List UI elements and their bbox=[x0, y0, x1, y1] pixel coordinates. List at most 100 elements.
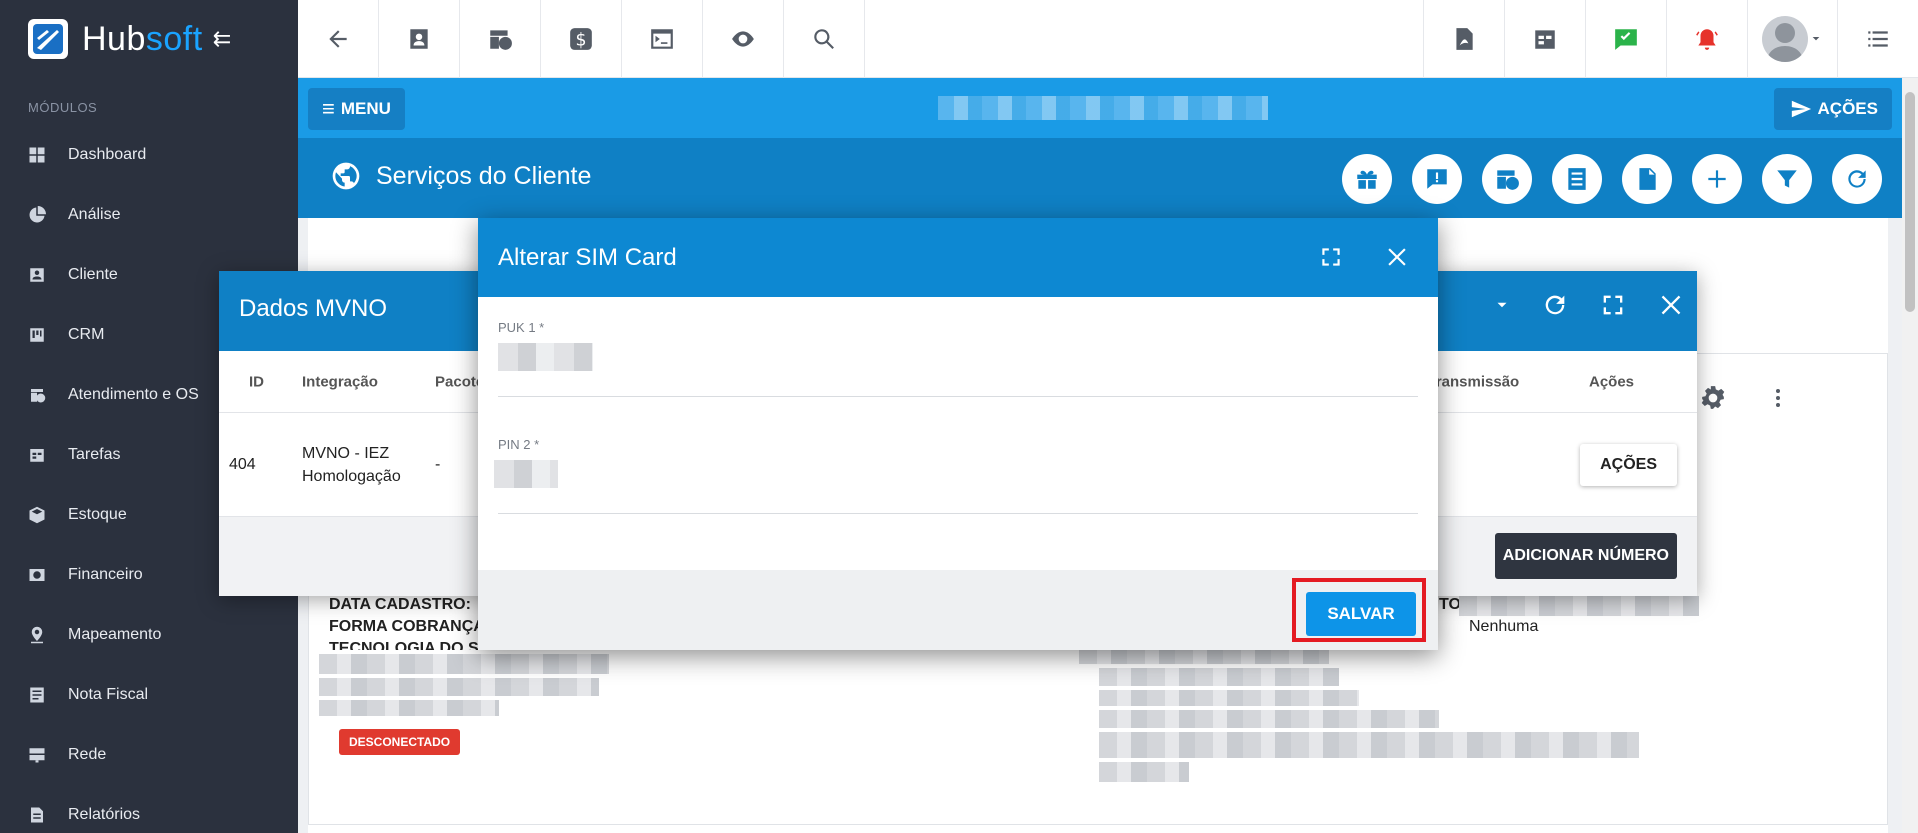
column-header-acoes: Ações bbox=[1589, 373, 1635, 390]
brand[interactable]: Hubsoft ⇇ bbox=[0, 0, 298, 78]
document-button[interactable] bbox=[1622, 154, 1672, 204]
gear-icon[interactable] bbox=[1700, 385, 1726, 411]
close-icon[interactable] bbox=[1384, 244, 1410, 270]
add-service-button[interactable] bbox=[1692, 154, 1742, 204]
filter-icon bbox=[1777, 170, 1797, 188]
puk-field[interactable]: PUK 1 * bbox=[498, 320, 1418, 397]
more-vertical-icon[interactable] bbox=[1766, 386, 1790, 410]
blurred-text bbox=[319, 678, 599, 696]
plus-icon bbox=[1708, 170, 1726, 188]
row-actions-button[interactable]: AÇÕES bbox=[1580, 443, 1677, 486]
sidebar-item-label: Mapeamento bbox=[68, 626, 162, 643]
filter-button[interactable] bbox=[1762, 154, 1812, 204]
map-pin-icon bbox=[28, 626, 46, 644]
collapse-sidebar-icon[interactable]: ⇇ bbox=[213, 26, 231, 52]
sidebar-item-label: Análise bbox=[68, 206, 121, 223]
sidebar-item-relatorios[interactable]: Relatórios bbox=[0, 785, 298, 833]
finance-button[interactable]: $ bbox=[541, 0, 622, 78]
arrow-left-icon bbox=[329, 30, 347, 48]
view-button[interactable] bbox=[703, 0, 784, 78]
calendar-clock-icon bbox=[490, 30, 512, 50]
contacts-button[interactable] bbox=[379, 0, 460, 78]
sidebar-item-label: Financeiro bbox=[68, 566, 143, 583]
blurred-text bbox=[1459, 596, 1699, 616]
server-icon bbox=[28, 746, 46, 764]
sidebar-item-label: Estoque bbox=[68, 506, 127, 523]
puk-input-blurred[interactable] bbox=[498, 343, 593, 371]
column-header-integracao: Integração bbox=[302, 373, 378, 390]
sidebar-item-label: Nota Fiscal bbox=[68, 686, 149, 703]
menu-button[interactable]: ≡ MENU bbox=[308, 88, 405, 130]
search-button[interactable] bbox=[784, 0, 865, 78]
sidebar-item-dashboard[interactable]: Dashboard bbox=[0, 125, 298, 185]
page-scrollbar[interactable] bbox=[1902, 78, 1918, 833]
schedule-service-button[interactable] bbox=[1482, 154, 1532, 204]
pin-field[interactable]: PIN 2 * bbox=[494, 437, 1418, 514]
refresh-icon bbox=[1848, 170, 1866, 188]
sidebar-item-analise[interactable]: Análise bbox=[0, 185, 298, 245]
actions-label: AÇÕES bbox=[1817, 99, 1878, 118]
contact-card-icon bbox=[28, 266, 46, 284]
tecnologia-label: TECNOLOGIA DO S bbox=[329, 640, 479, 650]
schedule-button[interactable] bbox=[460, 0, 541, 78]
list-service-button[interactable] bbox=[1552, 154, 1602, 204]
alert-message-button[interactable] bbox=[1412, 154, 1462, 204]
money-icon bbox=[28, 566, 46, 584]
box-icon bbox=[28, 506, 46, 524]
brand-name: Hubsoft bbox=[82, 19, 203, 58]
sim-card-dialog: Alterar SIM Card PUK 1 * PIN 2 * SALVAR bbox=[478, 218, 1438, 650]
pdf-button[interactable] bbox=[1423, 0, 1504, 78]
document-list-icon bbox=[1568, 168, 1586, 190]
right-info-value: Nenhuma bbox=[1469, 618, 1539, 635]
blurred-text bbox=[1099, 732, 1639, 758]
user-menu-button[interactable] bbox=[1747, 0, 1837, 78]
sidebar-item-mapeamento[interactable]: Mapeamento bbox=[0, 605, 298, 665]
modules-section-label: MÓDULOS bbox=[28, 100, 98, 115]
fullscreen-icon[interactable] bbox=[1599, 291, 1627, 319]
document-list-icon bbox=[28, 686, 46, 704]
search-icon bbox=[814, 29, 834, 49]
calendar-tasks-icon bbox=[1535, 30, 1555, 49]
blurred-text bbox=[319, 654, 609, 674]
cell-id: 404 bbox=[229, 455, 256, 473]
alarm-bell-icon bbox=[1696, 29, 1718, 50]
dropdown-caret-icon[interactable] bbox=[1493, 296, 1511, 314]
refresh-button[interactable] bbox=[1832, 154, 1882, 204]
sidebar-item-label: Atendimento e OS bbox=[68, 386, 199, 403]
alerts-button[interactable] bbox=[1666, 0, 1747, 78]
gift-icon bbox=[1357, 170, 1377, 189]
data-cadastro-label: DATA CADASTRO: bbox=[329, 596, 471, 613]
agenda-button[interactable] bbox=[1504, 0, 1585, 78]
sidebar-item-nota-fiscal[interactable]: Nota Fiscal bbox=[0, 665, 298, 725]
dashboard-icon bbox=[28, 146, 46, 164]
file-icon bbox=[1639, 168, 1656, 190]
sidebar-item-rede[interactable]: Rede bbox=[0, 725, 298, 785]
scrollbar-thumb[interactable] bbox=[1905, 92, 1915, 312]
calendar-clock-icon bbox=[1497, 170, 1519, 190]
blurred-client-name bbox=[938, 96, 1268, 120]
messages-button[interactable] bbox=[1585, 0, 1666, 78]
sidebar-item-label: Cliente bbox=[68, 266, 118, 283]
status-badge: DESCONECTADO bbox=[339, 729, 461, 755]
close-icon[interactable] bbox=[1657, 291, 1685, 319]
save-button[interactable]: SALVAR bbox=[1306, 592, 1416, 636]
fullscreen-icon[interactable] bbox=[1318, 244, 1344, 270]
page-title: Serviços do Cliente bbox=[376, 161, 592, 190]
hamburger-icon: ≡ bbox=[322, 96, 335, 121]
add-number-button[interactable]: ADICIONAR NÚMERO bbox=[1494, 533, 1677, 579]
gift-button[interactable] bbox=[1342, 154, 1392, 204]
sim-dialog-footer: SALVAR bbox=[478, 570, 1438, 650]
send-icon bbox=[1791, 100, 1811, 118]
actions-button[interactable]: AÇÕES bbox=[1773, 88, 1892, 130]
refresh-icon[interactable] bbox=[1541, 291, 1569, 319]
pin-input-blurred[interactable] bbox=[494, 460, 558, 488]
sim-dialog-header: Alterar SIM Card bbox=[478, 218, 1438, 297]
terminal-button[interactable] bbox=[622, 0, 703, 78]
calendar-clock-icon bbox=[28, 386, 46, 404]
cell-integracao: MVNO - IEZ Homologação bbox=[302, 444, 401, 485]
blurred-text bbox=[1099, 710, 1439, 728]
chevron-down-icon bbox=[1812, 37, 1819, 41]
menu-label: MENU bbox=[340, 99, 391, 118]
list-menu-button[interactable] bbox=[1837, 0, 1918, 78]
back-button[interactable] bbox=[298, 0, 379, 78]
